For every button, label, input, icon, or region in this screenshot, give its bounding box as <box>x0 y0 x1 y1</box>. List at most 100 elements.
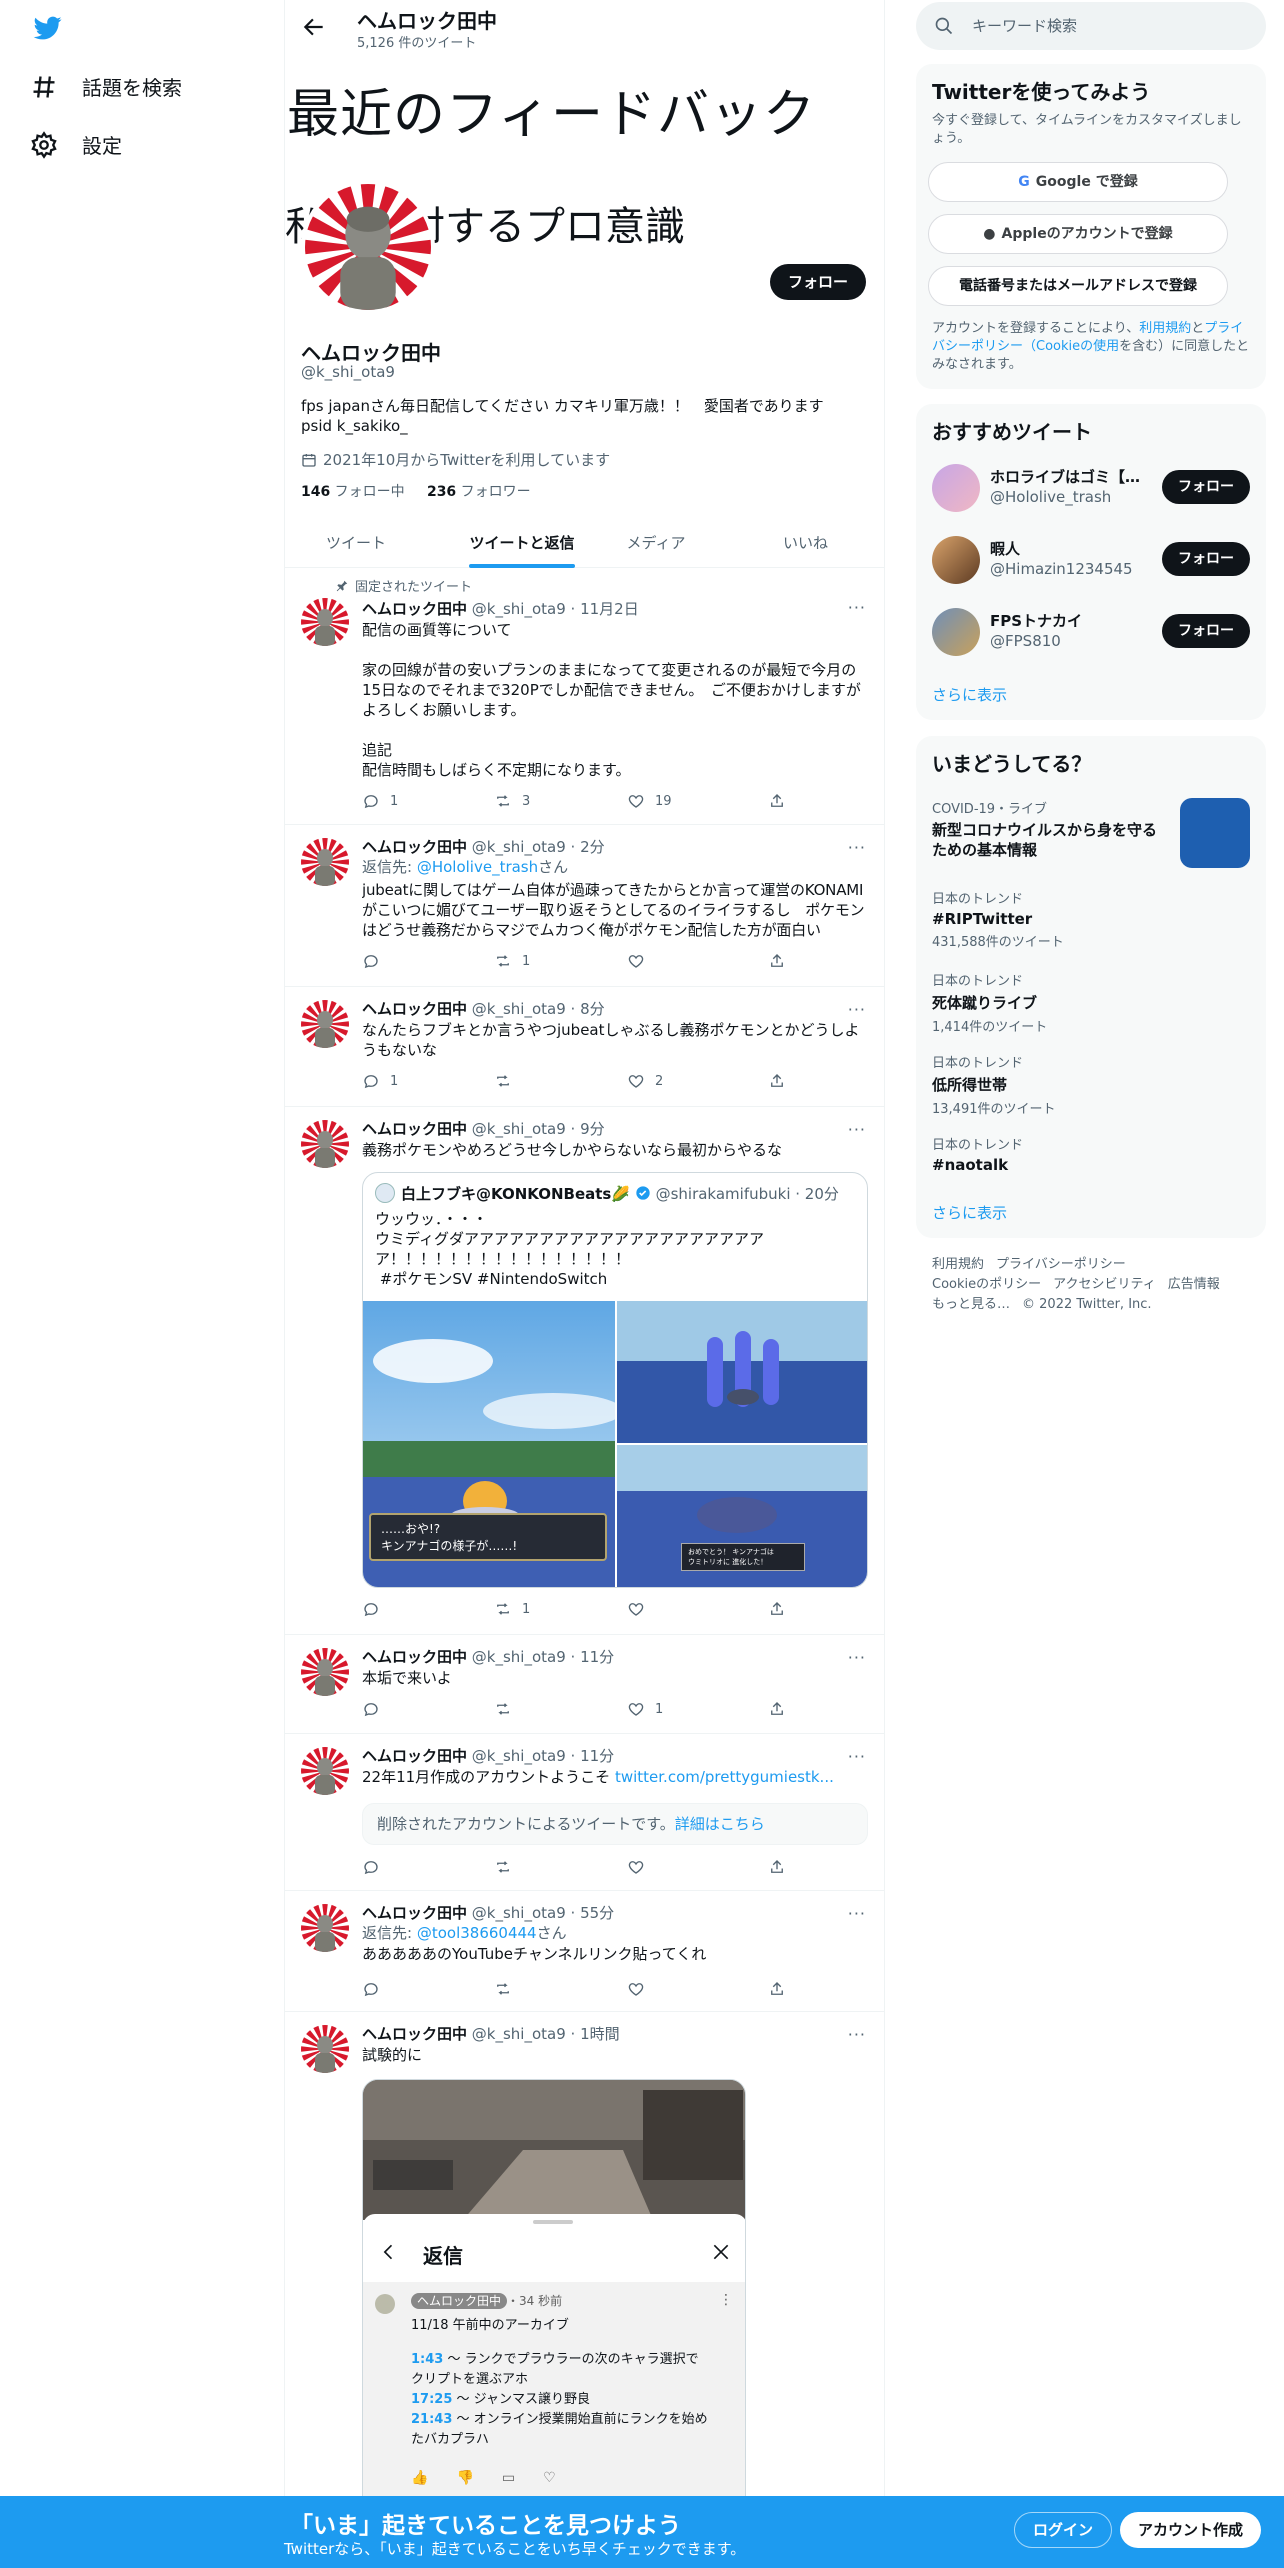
footer-ads[interactable]: 広告情報 <box>1168 1277 1220 1292</box>
tweet[interactable]: 固定されたツイート ヘムロック田中 @k_shi_ota9 · 11月2日 ··… <box>285 570 884 825</box>
reply-button[interactable] <box>362 1600 390 1618</box>
share-button[interactable] <box>768 1858 786 1876</box>
like-button[interactable]: 1 <box>627 1700 663 1718</box>
like-button[interactable] <box>627 952 655 970</box>
tweet-avatar[interactable] <box>301 1000 349 1048</box>
tweet-link[interactable]: twitter.com/prettygumiestk... <box>615 1768 834 1786</box>
more-icon[interactable]: ··· <box>848 1120 866 1139</box>
tab-tweets-and-replies[interactable]: ツイートと返信 <box>469 520 575 568</box>
like-button[interactable] <box>627 1600 655 1618</box>
tweet-avatar[interactable] <box>301 838 349 886</box>
tweet[interactable]: ヘムロック田中 @k_shi_ota9 · 2分 ··· 返信先: @Holol… <box>285 826 884 987</box>
like-button[interactable] <box>627 1980 655 1998</box>
following-link[interactable]: 146 フォロー中 <box>301 484 405 500</box>
tweet-avatar[interactable] <box>301 2025 349 2073</box>
more-icon[interactable]: ··· <box>848 598 866 617</box>
share-button[interactable] <box>768 1600 786 1618</box>
footer-privacy[interactable]: プライバシーポリシー <box>996 1257 1126 1272</box>
twitter-bird-icon[interactable] <box>32 14 64 42</box>
share-button[interactable] <box>768 1700 786 1718</box>
followers-link[interactable]: 236 フォロワー <box>427 484 531 500</box>
comment-icon[interactable]: ▭ <box>502 2470 515 2486</box>
tweet-author-name[interactable]: ヘムロック田中 <box>362 838 467 856</box>
like-button[interactable]: 2 <box>627 1072 663 1090</box>
quoted-tweet[interactable]: 白上フブキ@KONKONBeats🌽 @shirakamifubuki · 20… <box>362 1172 868 1588</box>
share-button[interactable] <box>768 952 786 970</box>
tweet-image[interactable]: 返信 ヘムロック田中 ・34 秒前 ⋮ 11/18 午前中のアーカイブ 1:43 … <box>362 2079 746 2559</box>
drag-handle[interactable] <box>533 2220 573 2224</box>
show-more-link[interactable]: さらに表示 <box>932 1202 1007 1223</box>
tweet[interactable]: ヘムロック田中 @k_shi_ota9 · 55分 ··· 返信先: @tool… <box>285 1892 884 2012</box>
reply-to-link[interactable]: @tool38660444 <box>417 1924 537 1942</box>
follow-button[interactable]: フォロー <box>1162 614 1250 648</box>
tweet-author-name[interactable]: ヘムロック田中 <box>362 1904 467 1922</box>
tweet-author-name[interactable]: ヘムロック田中 <box>362 1648 467 1666</box>
reply-button[interactable] <box>362 1980 390 1998</box>
tweet-avatar[interactable] <box>301 1904 349 1952</box>
nav-settings[interactable]: 設定 <box>30 130 122 159</box>
tweet-author-name[interactable]: ヘムロック田中 <box>362 1120 467 1138</box>
profile-avatar[interactable] <box>301 180 435 314</box>
reply-button[interactable] <box>362 1858 390 1876</box>
tweet[interactable]: ヘムロック田中 @k_shi_ota9 · 1時間 ··· 試験的に 返信 ヘム… <box>285 2013 884 2568</box>
retweet-button[interactable] <box>494 1072 522 1090</box>
reply-to-link[interactable]: @Hololive_trash <box>417 858 538 876</box>
tweet[interactable]: ヘムロック田中 @k_shi_ota9 · 9分 ··· 義務ポケモンやめろどう… <box>285 1108 884 1635</box>
signup-button[interactable]: アカウント作成 <box>1120 2512 1262 2548</box>
heart-icon[interactable]: ♡ <box>543 2470 556 2486</box>
more-icon[interactable]: ··· <box>848 1648 866 1667</box>
reply-button[interactable] <box>362 952 390 970</box>
footer-cookie[interactable]: Cookieのポリシー <box>932 1277 1041 1292</box>
timestamp-link[interactable]: 17:25 <box>411 2392 452 2407</box>
tweet-author-name[interactable]: ヘムロック田中 <box>362 2025 467 2043</box>
show-more-link[interactable]: さらに表示 <box>932 684 1007 705</box>
quote-image[interactable]: おめでとう！ キンアナゴは ウミトリオに 進化した！ <box>617 1445 867 1587</box>
timestamp-link[interactable]: 1:43 <box>411 2352 443 2367</box>
more-icon[interactable]: ··· <box>848 1904 866 1923</box>
recommended-user[interactable]: ホロライブはゴミ【… @Hololive_trash フォロー <box>932 460 1250 516</box>
retweet-button[interactable]: 1 <box>494 1600 530 1618</box>
footer-terms[interactable]: 利用規約 <box>932 1257 984 1272</box>
retweet-button[interactable]: 3 <box>494 792 530 810</box>
tweet-author-name[interactable]: ヘムロック田中 <box>362 1000 467 1018</box>
thumbs-down-icon[interactable]: 👎 <box>456 2470 473 2486</box>
more-icon[interactable]: ··· <box>848 838 866 857</box>
more-icon[interactable]: ··· <box>848 1747 866 1766</box>
like-button[interactable] <box>627 1858 655 1876</box>
apple-signup-button[interactable]: ● Appleのアカウントで登録 <box>928 214 1228 254</box>
more-icon[interactable]: ··· <box>848 2025 866 2044</box>
more-icon[interactable]: ··· <box>848 1000 866 1019</box>
close-icon[interactable] <box>711 2242 731 2262</box>
quote-image[interactable] <box>617 1301 867 1443</box>
retweet-button[interactable]: 1 <box>494 952 530 970</box>
tweet-avatar[interactable] <box>301 1747 349 1795</box>
back-arrow-icon[interactable] <box>301 14 327 40</box>
timestamp-link[interactable]: 21:43 <box>411 2412 452 2427</box>
trend-item[interactable]: 日本のトレンド 死体蹴りライブ 1,414件のツイート <box>932 970 1250 1035</box>
trend-item[interactable]: COVID-19・ライブ 新型コロナウイルスから身を守るための基本情報 <box>932 798 1250 868</box>
learn-more-link[interactable]: 詳細はこちら <box>675 1815 765 1833</box>
trend-item[interactable]: 日本のトレンド #RIPTwitter 431,588件のツイート <box>932 888 1250 950</box>
terms-link[interactable]: 利用規約 <box>1139 321 1191 336</box>
recommended-user[interactable]: 暇人 @Himazin1234545 フォロー <box>932 532 1250 588</box>
footer-more[interactable]: もっと見る… <box>932 1297 1010 1312</box>
follow-button[interactable]: フォロー <box>1162 542 1250 576</box>
tab-tweets[interactable]: ツイート <box>285 520 427 568</box>
phone-signup-button[interactable]: 電話番号またはメールアドレスで登録 <box>928 266 1228 306</box>
reply-button[interactable] <box>362 1700 390 1718</box>
reply-button[interactable]: 1 <box>362 1072 398 1090</box>
tweet-avatar[interactable] <box>301 598 349 646</box>
tweet-author-name[interactable]: ヘムロック田中 <box>362 1747 467 1765</box>
retweet-button[interactable] <box>494 1858 522 1876</box>
tweet-avatar[interactable] <box>301 1648 349 1696</box>
quote-image[interactable]: ……おや!? キンアナゴの様子が……! <box>363 1301 615 1587</box>
search-input[interactable]: キーワード検索 <box>916 2 1266 50</box>
share-button[interactable] <box>768 792 786 810</box>
retweet-button[interactable] <box>494 1980 522 1998</box>
comment-more-icon[interactable]: ⋮ <box>719 2292 733 2308</box>
footer-a11y[interactable]: アクセシビリティ <box>1053 1277 1156 1292</box>
follow-button[interactable]: フォロー <box>769 264 866 300</box>
tab-likes[interactable]: いいね <box>727 520 884 568</box>
tweet[interactable]: ヘムロック田中 @k_shi_ota9 · 11分 ··· 本垢で来いよ 1 <box>285 1636 884 1734</box>
tweet[interactable]: ヘムロック田中 @k_shi_ota9 · 8分 ··· なんたらフブキとか言う… <box>285 988 884 1107</box>
